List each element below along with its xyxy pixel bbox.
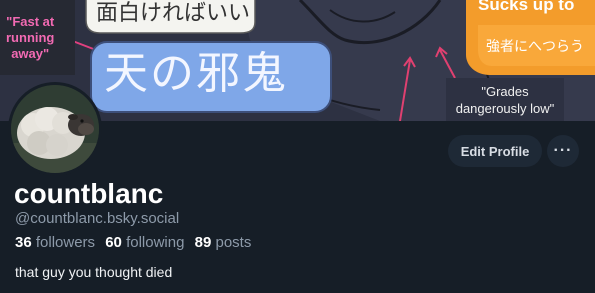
profile-handle: @countblanc.bsky.social <box>15 210 180 227</box>
profile-page: "Fast at running away" 面白ければいい 天の邪鬼 Suck… <box>0 0 595 293</box>
profile-avatar[interactable] <box>8 82 102 176</box>
following-count: 60 <box>105 234 122 251</box>
followers-count: 36 <box>15 234 32 251</box>
banner-orange-kanji: 強者にへつらう <box>486 38 584 54</box>
posts-count: 89 <box>194 234 212 251</box>
followers-label: followers <box>35 234 96 251</box>
profile-bio: that guy you thought died <box>15 264 173 280</box>
following-link[interactable]: 60 following <box>105 234 184 252</box>
banner-grades-line: dangerously low" <box>455 101 555 116</box>
banner-top-kanji: 面白ければいい <box>96 1 251 26</box>
following-label: following <box>126 234 185 251</box>
posts-stat: 89 posts <box>195 234 252 252</box>
banner-grades-line: "Grades <box>481 84 529 99</box>
edit-profile-button[interactable]: Edit Profile <box>448 135 542 167</box>
display-name: countblanc <box>14 178 164 209</box>
more-options-button[interactable]: ··· <box>547 135 579 167</box>
followers-link[interactable]: 36 followers <box>15 234 95 252</box>
banner-pink-line: away" <box>11 46 50 61</box>
banner-big-kanji: 天の邪鬼 <box>104 48 288 99</box>
banner-sucks-label: Sucks up to <box>478 0 575 14</box>
sheep-avatar-icon <box>11 85 99 173</box>
posts-label: posts <box>215 234 252 251</box>
banner-pink-label: "Fast at running away" <box>6 14 54 62</box>
banner-grades-label: "Grades dangerously low" <box>448 83 562 117</box>
banner-pink-line: "Fast at <box>6 14 55 29</box>
profile-stats: 36 followers 60 following 89 posts <box>15 234 257 252</box>
banner-pink-line: running <box>6 30 55 45</box>
ellipsis-icon: ··· <box>553 142 573 159</box>
